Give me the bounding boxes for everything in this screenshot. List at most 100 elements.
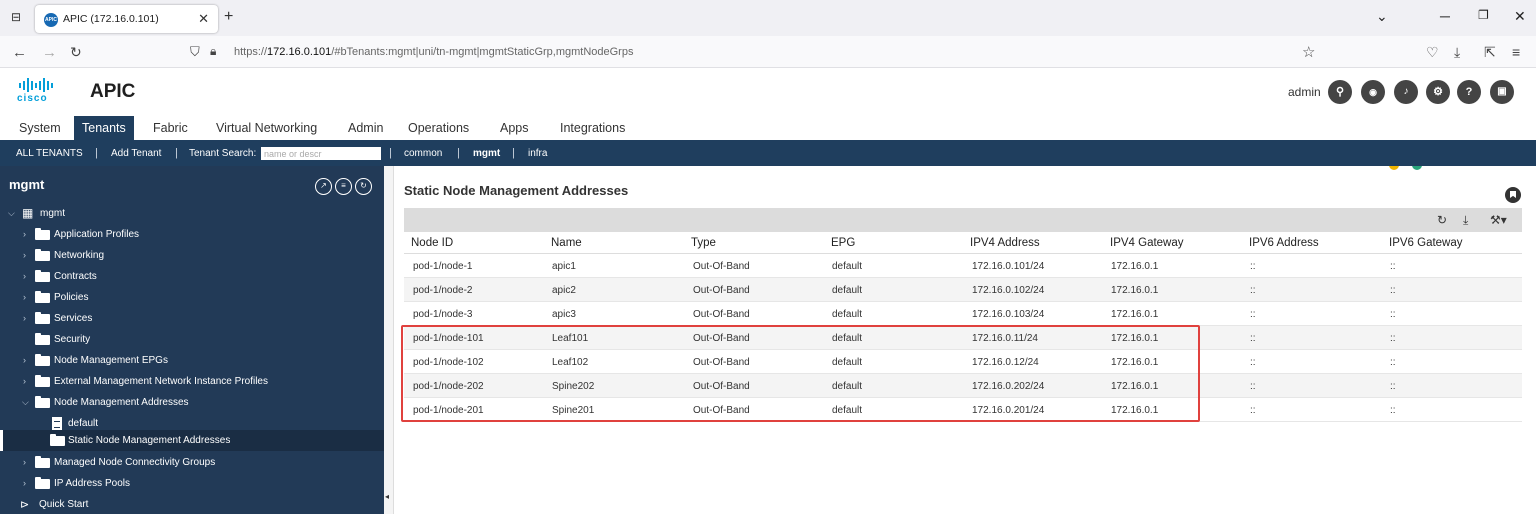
browser-navigation-bar: ← → ↻ ⛉ 🔒︎ https://172.16.0.101/#bTenant… — [0, 36, 1536, 68]
tree-item-label: Services — [54, 313, 93, 324]
tenant-link-infra[interactable]: infra — [528, 148, 547, 159]
tenant-link-mgmt[interactable]: mgmt — [473, 148, 500, 159]
cell-ipv6-gateway: :: — [1390, 405, 1396, 416]
back-arrow-icon[interactable]: ← — [12, 44, 27, 61]
menu-virtual-networking[interactable]: Virtual Networking — [208, 116, 325, 140]
extensions-icon[interactable]: ⇱ — [1484, 44, 1496, 61]
tree-item-node-management-addresses[interactable]: ⌵ Node Management Addresses — [0, 392, 384, 413]
url-text[interactable]: https://172.16.0.101/#bTenants:mgmt|uni/… — [234, 46, 633, 58]
tree-item-external-management-network-instance-profiles[interactable]: › External Management Network Instance P… — [0, 371, 384, 392]
column-header-epg[interactable]: EPG — [831, 237, 855, 249]
bookmark-star-icon[interactable]: ☆ — [1302, 43, 1315, 61]
search-icon[interactable]: ⚲ — [1328, 80, 1352, 104]
menu-apps[interactable]: Apps — [492, 116, 537, 140]
cell-ipv6-address: :: — [1250, 285, 1256, 296]
chevron-right-icon[interactable]: › — [23, 376, 26, 386]
chevron-right-icon[interactable]: › — [23, 457, 26, 467]
tree-item-label: IP Address Pools — [54, 478, 130, 489]
settings-gear-icon[interactable]: ⚙ — [1426, 80, 1450, 104]
separator: | — [457, 147, 460, 159]
app-menu-icon[interactable]: ≡ — [1512, 44, 1520, 60]
column-header-type[interactable]: Type — [691, 237, 716, 249]
bookmark-icon[interactable] — [1505, 187, 1521, 203]
tenant-search-input[interactable] — [261, 147, 381, 160]
refresh-icon[interactable]: ↻ — [1437, 213, 1447, 227]
tree-item-mgmt[interactable]: ⌵ ▦ mgmt — [0, 203, 384, 224]
reload-icon[interactable]: ↻ — [70, 44, 82, 61]
menu-fabric[interactable]: Fabric — [145, 116, 196, 140]
tracking-protection-shield-icon[interactable]: ⛉ — [190, 44, 200, 60]
tree-item-static-node-management-addresses[interactable]: Static Node Management Addresses — [0, 430, 384, 451]
menu-operations[interactable]: Operations — [400, 116, 477, 140]
chevron-right-icon[interactable]: › — [23, 229, 26, 239]
address-bar[interactable]: ⛉ 🔒︎ https://172.16.0.101/#bTenants:mgmt… — [180, 39, 1335, 65]
refresh-tree-icon[interactable]: ↻ — [355, 178, 372, 195]
tools-icon[interactable]: ⚒▾ — [1490, 213, 1507, 227]
cell-ipv4-address: 172.16.0.103/24 — [972, 309, 1045, 320]
column-header-ipv4-gateway[interactable]: IPV4 Gateway — [1110, 237, 1184, 249]
forward-arrow-icon[interactable]: → — [42, 44, 57, 61]
username[interactable]: admin — [1288, 85, 1321, 99]
quick-start-circle-icon[interactable]: ↗ — [315, 178, 332, 195]
chevron-right-icon[interactable]: › — [23, 313, 26, 323]
tree-item-node-management-epgs[interactable]: › Node Management EPGs — [0, 350, 384, 371]
close-tab-icon[interactable]: ✕ — [198, 11, 209, 27]
tree-item-label: Networking — [54, 250, 105, 261]
chevron-right-icon[interactable]: › — [23, 271, 26, 281]
restore-window-icon[interactable]: ❐ — [1478, 8, 1489, 22]
chevron-right-icon[interactable]: › — [23, 355, 26, 365]
tree-item-label: Managed Node Connectivity Groups — [54, 457, 216, 468]
chevron-right-icon[interactable]: › — [23, 478, 26, 488]
table-row[interactable]: pod-1/node-3 apic3 Out-Of-Band default 172.1… — [404, 302, 1522, 326]
tree-item-ip-address-pools[interactable]: › IP Address Pools — [0, 473, 384, 494]
minimize-window-icon[interactable]: ─ — [1440, 8, 1450, 24]
site-lock-icon[interactable]: 🔒︎ — [210, 44, 216, 59]
chevron-right-icon[interactable]: › — [23, 250, 26, 260]
menu-admin[interactable]: Admin — [340, 116, 391, 140]
download-icon[interactable]: ⤓ — [1463, 213, 1468, 228]
tenant-link-common[interactable]: common — [404, 148, 442, 159]
alerts-bell-icon[interactable]: ♪ — [1394, 80, 1418, 104]
chevron-down-icon[interactable]: ⌵ — [22, 397, 29, 408]
sidebar-collapse-handle[interactable]: ◂ — [384, 166, 394, 514]
column-header-ipv6-gateway[interactable]: IPV6 Gateway — [1389, 237, 1463, 249]
feedback-icon[interactable]: ▣ — [1490, 80, 1514, 104]
menu-tenants[interactable]: Tenants — [74, 116, 134, 140]
table-toolbar: ↻ ⤓ ⚒▾ — [404, 208, 1522, 232]
tree-list-icon[interactable]: ≡ — [335, 178, 352, 195]
table-row[interactable]: pod-1/node-1 apic1 Out-Of-Band default 172.1… — [404, 254, 1522, 278]
menu-integrations[interactable]: Integrations — [552, 116, 633, 140]
tree-item-security[interactable]: Security — [0, 329, 384, 350]
tree-item-networking[interactable]: › Networking — [0, 245, 384, 266]
downloads-icon[interactable]: ⤓ — [1454, 44, 1460, 61]
pocket-icon[interactable]: ♡ — [1426, 44, 1439, 61]
add-tenant-link[interactable]: Add Tenant — [111, 148, 161, 159]
all-tenants-link[interactable]: ALL TENANTS — [16, 148, 83, 159]
separator: | — [512, 147, 515, 159]
help-icon[interactable]: ? — [1457, 80, 1481, 104]
close-window-icon[interactable]: ✕ — [1514, 8, 1526, 25]
chevron-down-icon[interactable]: ⌵ — [8, 208, 15, 219]
column-header-ipv6-address[interactable]: IPV6 Address — [1249, 237, 1319, 249]
browser-tab[interactable]: APIC APIC (172.16.0.101) ✕ — [35, 5, 218, 33]
table-row[interactable]: pod-1/node-2 apic2 Out-Of-Band default 172.1… — [404, 278, 1522, 302]
new-tab-icon[interactable]: + — [224, 8, 233, 26]
menu-system[interactable]: System — [11, 116, 69, 140]
chevron-right-icon[interactable]: › — [23, 292, 26, 302]
tab-overflow-chevron-icon[interactable]: ⌄ — [1376, 8, 1388, 25]
tree-item-managed-node-connectivity-groups[interactable]: › Managed Node Connectivity Groups — [0, 452, 384, 473]
tree-item-policies[interactable]: › Policies — [0, 287, 384, 308]
column-header-name[interactable]: Name — [551, 237, 582, 249]
tree-item-application-profiles[interactable]: › Application Profiles — [0, 224, 384, 245]
tree-item-quick-start[interactable]: ⊳ Quick Start — [0, 494, 384, 515]
system-faults-icon[interactable]: ◉ — [1361, 80, 1385, 104]
column-header-node-id[interactable]: Node ID — [411, 237, 453, 249]
column-header-ipv4-address[interactable]: IPV4 Address — [970, 237, 1040, 249]
tree-item-services[interactable]: › Services — [0, 308, 384, 329]
list-all-tabs-icon[interactable]: ⊟ — [8, 10, 24, 26]
apic-favicon-icon: APIC — [44, 13, 58, 27]
browser-tab-bar: ⊟ APIC APIC (172.16.0.101) ✕ + ⌄ ─ ❐ ✕ — [0, 0, 1536, 36]
tree-item-contracts[interactable]: › Contracts — [0, 266, 384, 287]
tree-item-label: Node Management Addresses — [54, 397, 189, 408]
collapse-arrow-icon[interactable]: ◂ — [385, 492, 389, 501]
